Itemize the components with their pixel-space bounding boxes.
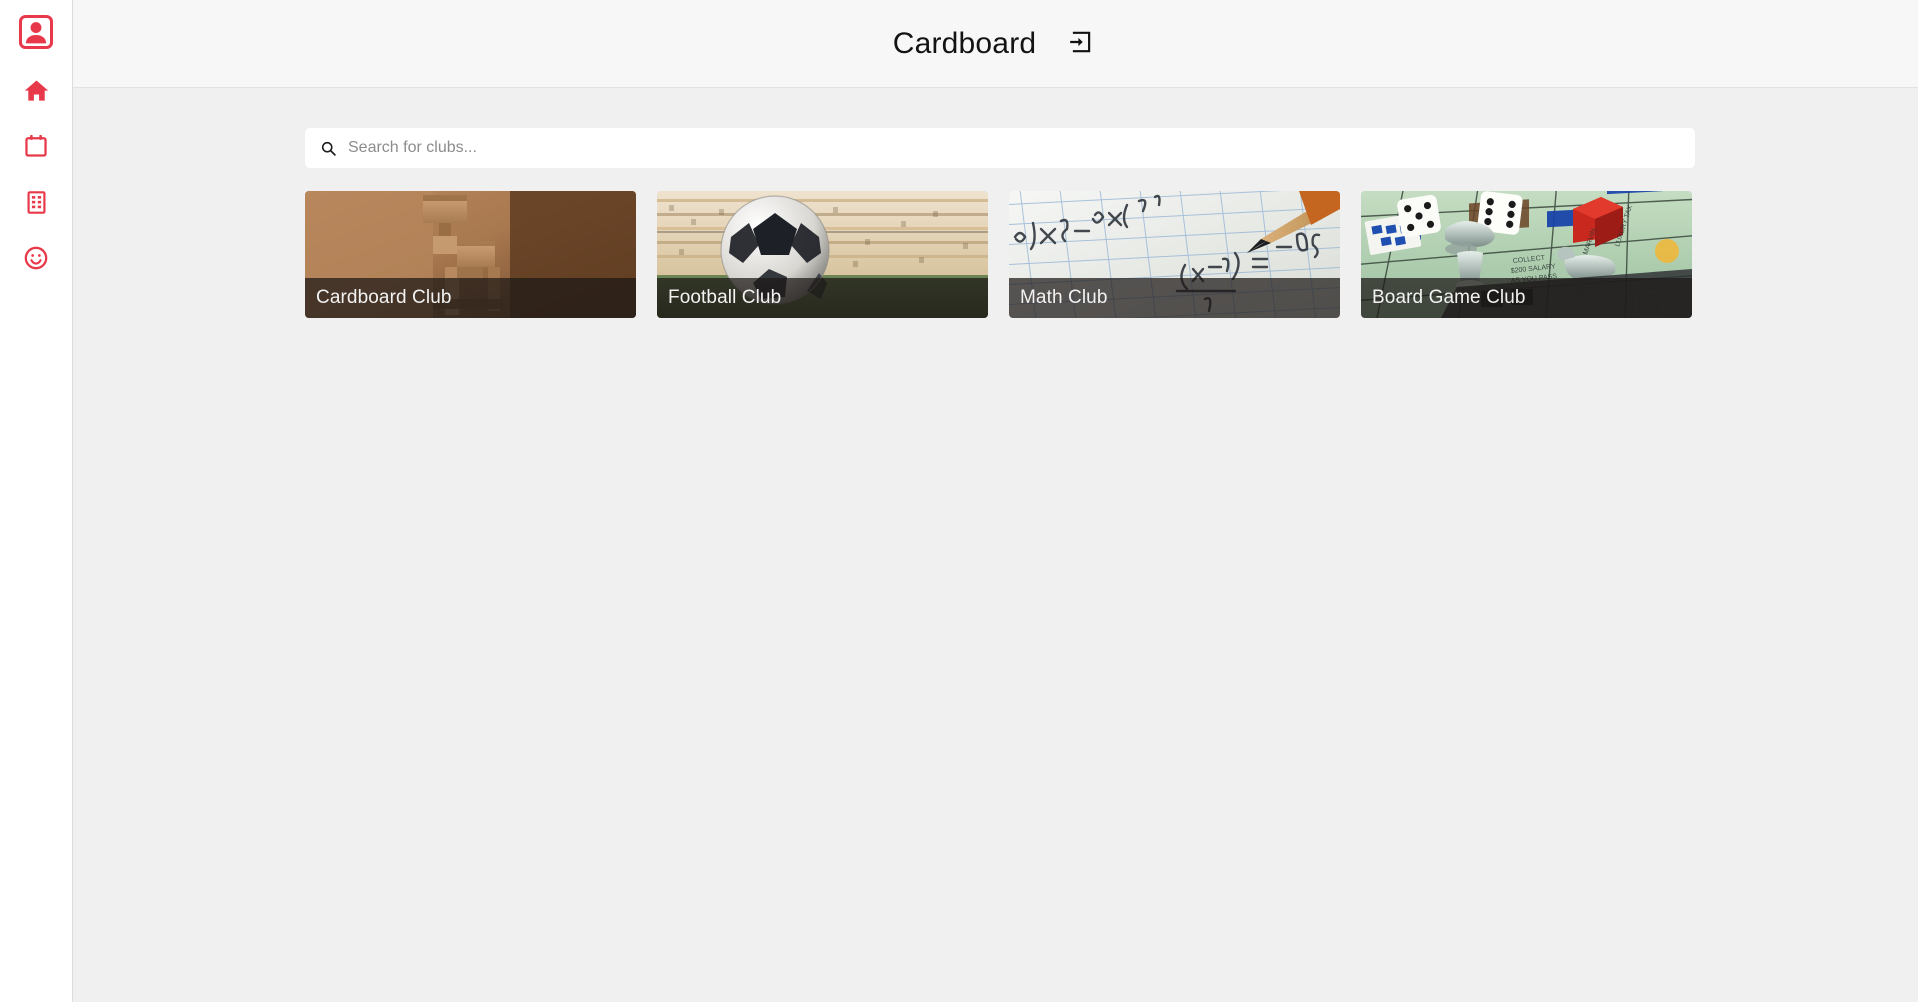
main-content: Cardboard Club — [73, 88, 1918, 1002]
club-card-label: Cardboard Club — [305, 278, 636, 318]
page-title: Cardboard — [892, 26, 1037, 60]
club-card-label: Board Game Club — [1361, 278, 1692, 318]
club-card-football[interactable]: Football Club — [657, 191, 988, 318]
search-icon — [319, 139, 337, 157]
sidebar-item-account[interactable] — [13, 9, 59, 55]
sidebar — [0, 0, 73, 1002]
calendar-icon — [23, 133, 49, 159]
content-column: Cardboard Search for clubs... Cardboard … — [73, 0, 1918, 1002]
building-icon — [24, 190, 49, 215]
search-bar[interactable] — [305, 128, 1695, 168]
smiley-icon — [23, 245, 49, 271]
club-card-boardgame[interactable]: COLLECT $200 SALARY AS YOU PASS LUXURY T… — [1361, 191, 1692, 318]
sidebar-item-clubs[interactable] — [13, 179, 59, 225]
club-card-cardboard[interactable]: Cardboard Club — [305, 191, 636, 318]
club-card-math[interactable]: Math Club — [1009, 191, 1340, 318]
login-button[interactable] — [1064, 28, 1098, 62]
search-input[interactable] — [346, 128, 1681, 168]
home-icon — [23, 77, 50, 104]
app-header: Cardboard — [73, 0, 1918, 88]
main-inner: Cardboard Club — [73, 128, 1918, 318]
club-card-grid: Cardboard Club Football Club Math Club C… — [305, 191, 1695, 318]
club-card-label: Math Club — [1009, 278, 1340, 318]
app-root: Cardboard Search for clubs... Cardboard … — [0, 0, 1918, 1002]
sidebar-item-profile[interactable] — [13, 235, 59, 281]
sidebar-item-calendar[interactable] — [13, 123, 59, 169]
club-card-label: Football Club — [657, 278, 988, 318]
account-box-icon — [17, 13, 55, 51]
sidebar-item-home[interactable] — [13, 67, 59, 113]
login-icon — [1068, 29, 1094, 60]
